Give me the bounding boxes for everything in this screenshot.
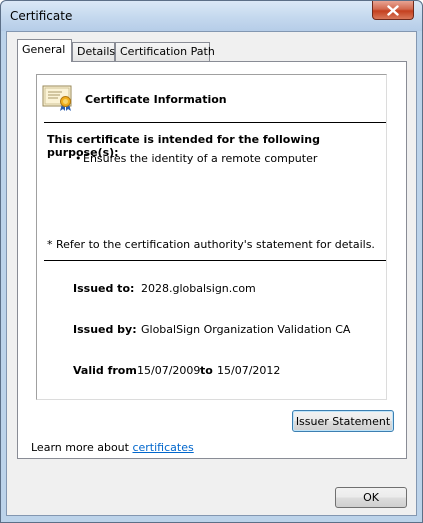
certificate-info-box: Certificate Information This certificate… [36,74,387,400]
window-title: Certificate [10,9,73,23]
details-divider [44,260,386,261]
issued-to-value: 2028.globalsign.com [141,282,256,295]
ok-button[interactable]: OK [335,487,407,508]
tab-certification-path[interactable]: Certification Path [115,42,215,61]
certificate-dialog: Certificate General Details Certificatio… [0,0,423,523]
issued-by-label: Issued by: [73,323,137,336]
learn-more-label: Learn more about [31,441,129,454]
certificate-info-heading: Certificate Information [85,93,227,106]
issuer-statement-button[interactable]: Issuer Statement [292,410,394,432]
heading-divider [44,122,386,123]
tab-details[interactable]: Details [72,42,115,61]
close-button[interactable] [372,1,414,20]
valid-to-value: 15/07/2012 [217,364,281,377]
general-tab-panel: Certificate Information This certificate… [17,61,407,459]
valid-to-label: to [200,364,213,377]
title-bar[interactable]: Certificate [1,1,422,31]
valid-from-label: Valid from [73,364,137,377]
issued-by-value: GlobalSign Organization Validation CA [141,323,351,336]
learn-more-text: Learn more about certificates [31,441,194,454]
certificate-icon [42,84,74,112]
issued-to-label: Issued to: [73,282,135,295]
certificates-link[interactable]: certificates [132,441,193,454]
dialog-body: General Details Certification Path Certi… [6,31,417,516]
valid-from-value: 15/07/2009 [137,364,201,377]
purpose-text: Ensures the identity of a remote compute… [83,152,318,165]
close-icon [387,4,399,16]
purpose-item: • Ensures the identity of a remote comput… [75,152,317,165]
tab-general[interactable]: General [17,39,72,62]
bullet: • [75,152,82,165]
refer-note: * Refer to the certification authority's… [47,238,375,251]
